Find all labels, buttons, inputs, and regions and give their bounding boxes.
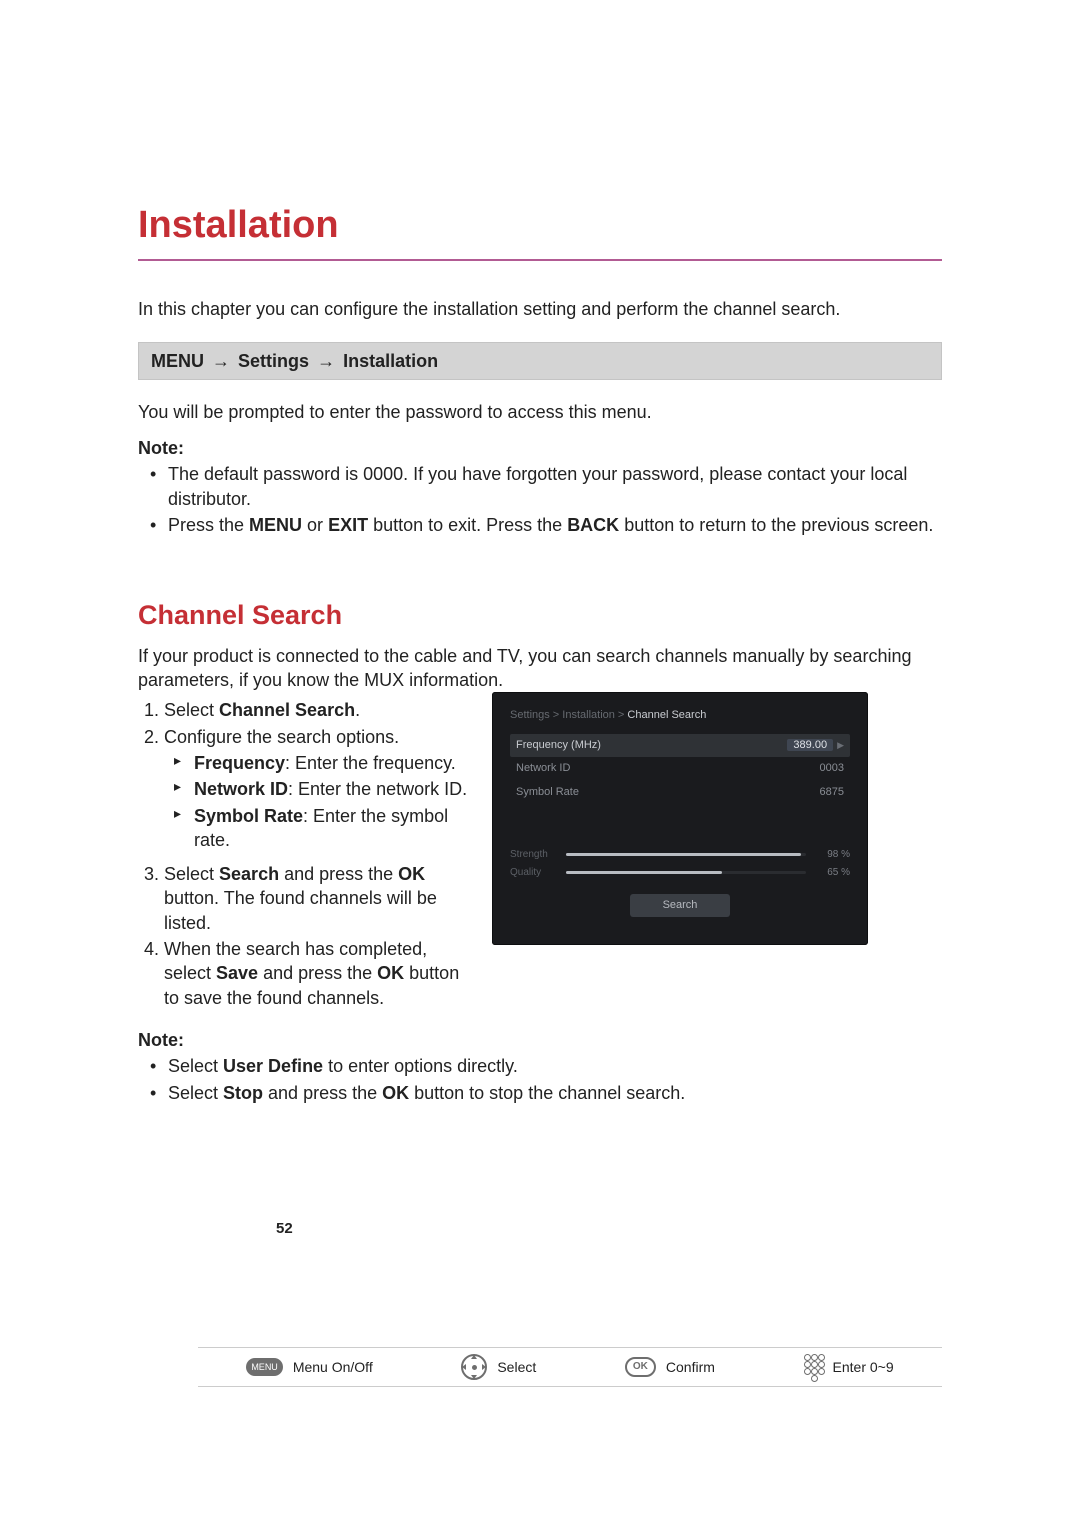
- note-item: Press the MENU or EXIT button to exit. P…: [168, 513, 942, 537]
- arrow-icon: →: [209, 351, 233, 371]
- note-label: Note:: [138, 1028, 942, 1052]
- dpad-icon: [461, 1354, 487, 1380]
- tv-quality-meter: Quality 65 %: [510, 866, 850, 880]
- menu-path-menu: MENU: [151, 351, 204, 371]
- tv-row-value: 389.00: [787, 739, 833, 751]
- step-item: Select Search and press the OK button. T…: [164, 862, 468, 935]
- tv-row-value: 0003: [820, 761, 844, 776]
- arrow-icon: →: [314, 351, 338, 371]
- section-intro: If your product is connected to the cabl…: [138, 644, 942, 693]
- menu-button-icon: MENU: [246, 1358, 283, 1376]
- menu-path-banner: MENU → Settings → Installation: [138, 342, 942, 380]
- legend-enter: Enter 0~9: [804, 1354, 894, 1380]
- step-item: Select Channel Search.: [164, 698, 468, 722]
- step-item: When the search has completed, select Sa…: [164, 937, 468, 1010]
- numeric-keypad-icon: [804, 1354, 823, 1380]
- menu-path-settings: Settings: [238, 351, 309, 371]
- note-label: Note:: [138, 436, 942, 460]
- tv-row-network-id[interactable]: Network ID 0003: [510, 757, 850, 780]
- remote-legend: MENU Menu On/Off Select OK Confirm: [198, 1347, 942, 1387]
- steps-list: Select Channel Search. Configure the sea…: [138, 698, 468, 1010]
- note-item: Select Stop and press the OK button to s…: [168, 1081, 942, 1105]
- tv-screenshot: Settings > Installation > Channel Search…: [492, 692, 868, 945]
- tv-row-label: Symbol Rate: [516, 785, 579, 800]
- tv-strength-meter: Strength 98 %: [510, 848, 850, 862]
- page-number: 52: [276, 1219, 293, 1239]
- section-title: Channel Search: [138, 597, 942, 633]
- password-prompt-text: You will be prompted to enter the passwo…: [138, 400, 942, 424]
- legend-menu: MENU Menu On/Off: [246, 1358, 372, 1377]
- note-list: The default password is 0000. If you hav…: [152, 462, 942, 537]
- menu-path-installation: Installation: [343, 351, 438, 371]
- tv-row-value: 6875: [820, 785, 844, 800]
- sub-option-list: Frequency: Enter the frequency. Network …: [178, 751, 468, 852]
- tv-row-label: Frequency (MHz): [516, 738, 601, 753]
- tv-breadcrumb: Settings > Installation > Channel Search: [510, 708, 850, 723]
- note-item: The default password is 0000. If you hav…: [168, 462, 942, 511]
- sub-option: Frequency: Enter the frequency.: [194, 751, 468, 775]
- sub-option: Symbol Rate: Enter the symbol rate.: [194, 804, 468, 853]
- tv-row-symbol-rate[interactable]: Symbol Rate 6875: [510, 781, 850, 804]
- note-item: Select User Define to enter options dire…: [168, 1054, 942, 1078]
- chevron-right-icon: ▶: [837, 740, 844, 750]
- intro-text: In this chapter you can configure the in…: [138, 297, 942, 321]
- ok-button-icon: OK: [625, 1357, 656, 1377]
- note-list: Select User Define to enter options dire…: [152, 1054, 942, 1105]
- page-title: Installation: [138, 200, 942, 251]
- title-rule: [138, 259, 942, 261]
- legend-select: Select: [461, 1354, 536, 1380]
- legend-confirm: OK Confirm: [625, 1357, 715, 1377]
- tv-search-button[interactable]: Search: [630, 894, 730, 917]
- tv-row-label: Network ID: [516, 761, 570, 776]
- tv-row-frequency[interactable]: Frequency (MHz) 389.00 ▶: [510, 734, 850, 757]
- step-item: Configure the search options. Frequency:…: [164, 725, 468, 852]
- sub-option: Network ID: Enter the network ID.: [194, 777, 468, 801]
